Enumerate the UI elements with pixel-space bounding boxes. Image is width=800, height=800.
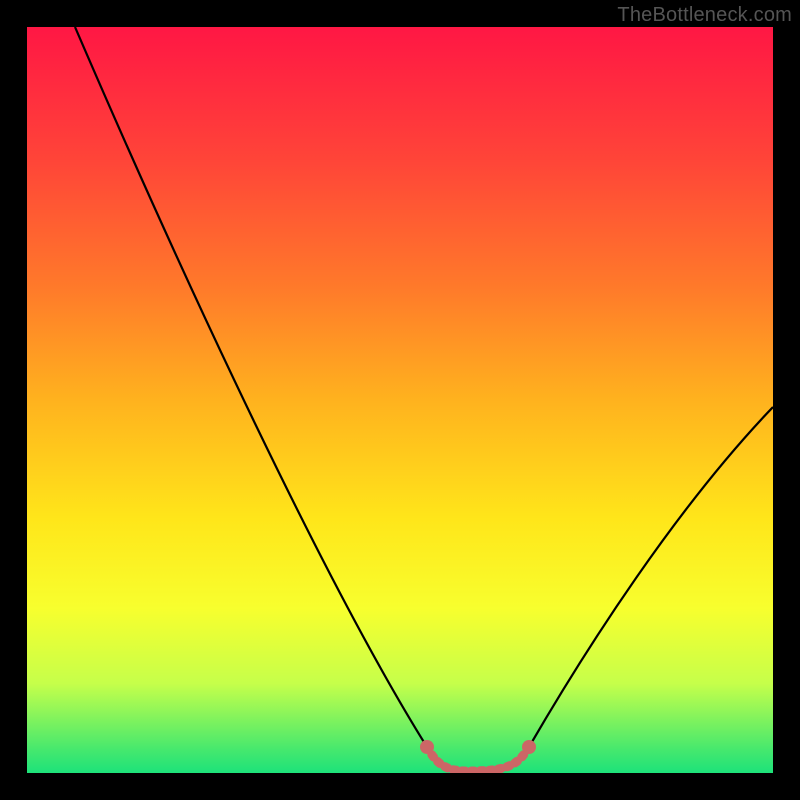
curve-path bbox=[75, 27, 773, 771]
highlight-dot-left bbox=[420, 740, 434, 754]
chart-frame: TheBottleneck.com bbox=[0, 0, 800, 800]
watermark-text: TheBottleneck.com bbox=[617, 4, 792, 27]
plot-area bbox=[27, 27, 773, 773]
highlight-dot-right bbox=[522, 740, 536, 754]
highlight-segment bbox=[427, 747, 529, 771]
bottleneck-curve bbox=[27, 27, 773, 773]
